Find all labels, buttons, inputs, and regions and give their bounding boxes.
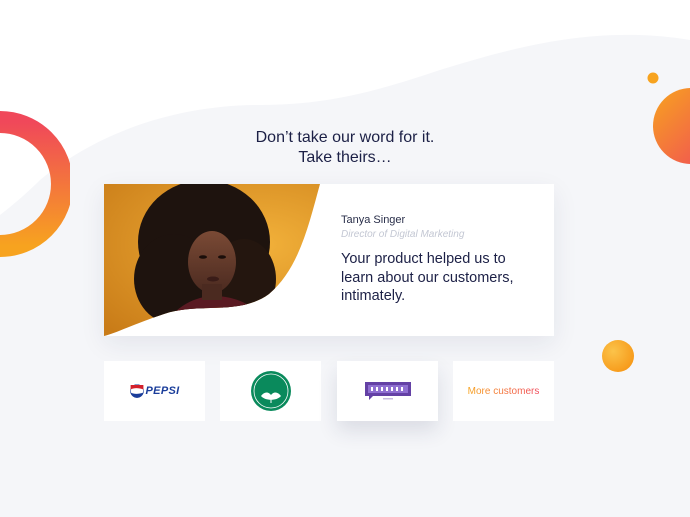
- pepsi-logo-icon: [129, 384, 144, 398]
- customer-logo-twitch[interactable]: [337, 361, 438, 421]
- section-heading-line2: Take theirs…: [298, 149, 392, 166]
- more-customers-link[interactable]: More customers: [468, 386, 540, 397]
- twitch-logo-icon: [364, 382, 411, 400]
- right-small-circle-decoration: [602, 340, 634, 372]
- testimonial-role: Director of Digital Marketing: [341, 229, 465, 240]
- testimonial-quote: Your product helped us to learn about ou…: [341, 251, 514, 304]
- customer-logo-body-shop[interactable]: [220, 361, 321, 421]
- right-top-dot-decoration: [647, 72, 659, 84]
- testimonial-card: Tanya Singer Director of Digital Marketi…: [104, 184, 554, 336]
- section-heading-line1: Don’t take our word for it.: [255, 129, 435, 146]
- more-customers-card[interactable]: More customers: [453, 361, 554, 421]
- pepsi-wordmark: PEPSI: [145, 385, 180, 397]
- body-shop-logo-icon: [250, 371, 291, 411]
- testimonial-photo: [104, 184, 320, 336]
- customer-logo-pepsi[interactable]: PEPSI: [104, 361, 205, 421]
- testimonial-name: Tanya Singer: [341, 214, 406, 226]
